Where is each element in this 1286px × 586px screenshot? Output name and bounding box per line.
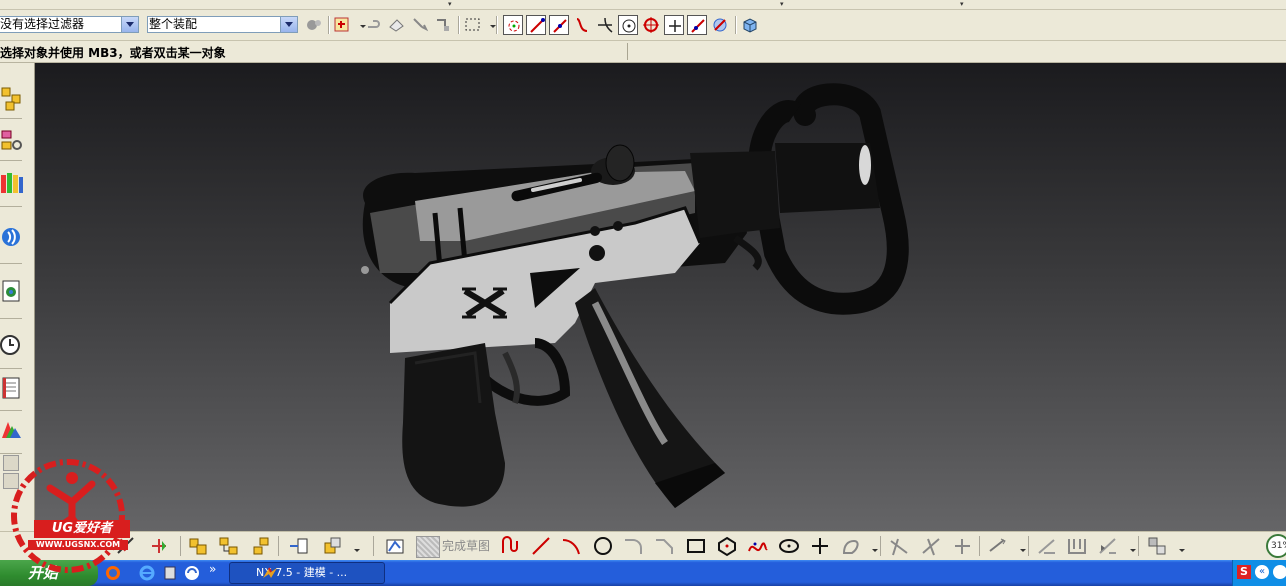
logo-text: UG爱好者 (34, 520, 130, 538)
general-selection-icon[interactable] (333, 15, 353, 35)
chevron-down-icon[interactable] (1122, 535, 1136, 557)
quicklaunch-more-icon[interactable]: » (209, 563, 221, 582)
browser-icon[interactable] (183, 564, 201, 582)
new-component-icon[interactable] (218, 535, 240, 557)
circle-icon[interactable] (592, 535, 614, 557)
solid-box-icon[interactable] (740, 15, 760, 35)
finish-sketch-icon (416, 536, 440, 558)
type-filter-dropdown[interactable]: 没有选择过滤器 (0, 16, 139, 33)
top-toolbar-strip: ▾ ▾ ▾ (0, 0, 1286, 10)
mate-component-icon[interactable] (250, 535, 272, 557)
toolbar-overflow-arrow[interactable]: ▾ (448, 0, 452, 8)
system-materials-icon[interactable] (0, 374, 24, 402)
status-bar: 选择对象并使用 MB3，或者双击某一对象 (0, 41, 1286, 63)
ie-icon[interactable] (138, 564, 156, 582)
point-on-face-icon[interactable] (710, 15, 730, 35)
history-palette-icon[interactable] (0, 277, 24, 305)
scope-filter-value: 整个装配 (149, 17, 198, 31)
polygon-icon[interactable] (716, 535, 738, 557)
quick-trim-icon[interactable] (888, 535, 910, 557)
ugsnx-watermark-logo: UG爱好者 WWW.UGSNX.COM (6, 458, 130, 576)
face-rule-icon[interactable] (433, 15, 453, 35)
make-corner-icon[interactable] (951, 535, 973, 557)
exploded-view-icon[interactable] (288, 535, 310, 557)
nx-app-icon (236, 566, 277, 580)
ellipse-icon[interactable] (778, 535, 800, 557)
chevron-down-icon[interactable] (483, 15, 496, 35)
sketch-icon[interactable] (384, 535, 406, 557)
system-tray: S « (1232, 560, 1286, 586)
point-icon[interactable] (809, 535, 831, 557)
eraser-icon[interactable] (387, 15, 407, 35)
chevron-down-icon[interactable] (121, 17, 138, 32)
sketch-settings-icon[interactable] (1146, 535, 1168, 557)
constraint-navigator-icon[interactable] (0, 127, 24, 155)
zoom-badge: 31% (1266, 534, 1286, 558)
chevron-down-icon[interactable] (864, 535, 878, 557)
geometric-constraint-icon[interactable] (1036, 535, 1058, 557)
wave-geometry-icon[interactable] (322, 535, 344, 557)
auto-constrain-icon[interactable] (1097, 535, 1119, 557)
part-navigator-icon[interactable] (0, 169, 24, 197)
chamfer-icon[interactable] (653, 535, 675, 557)
control-point-icon[interactable] (572, 15, 592, 35)
arc-icon[interactable] (560, 535, 582, 557)
smg-model-icon (361, 83, 909, 508)
point-on-curve-icon[interactable] (687, 15, 707, 35)
chevron-down-icon[interactable] (1012, 535, 1026, 557)
tray-expand-icon[interactable]: « (1255, 565, 1269, 579)
web-browser-icon[interactable] (0, 223, 24, 251)
taskbar-item-nx[interactable]: NX 7.5 - 建模 - ... (229, 562, 385, 584)
intersection-point-icon[interactable] (595, 15, 615, 35)
selection-settings-icon[interactable] (304, 15, 324, 35)
end-point-icon[interactable] (526, 15, 546, 35)
prompt-text: 选择对象并使用 MB3，或者双击某一对象 (0, 46, 226, 60)
status-divider (627, 43, 628, 60)
existing-point-icon[interactable] (664, 15, 684, 35)
tray-circle-icon[interactable] (1273, 565, 1286, 579)
feature-select-icon[interactable] (410, 15, 430, 35)
dimension-icon[interactable] (987, 535, 1009, 557)
arc-center-icon[interactable] (618, 15, 638, 35)
scope-filter-dropdown[interactable]: 整个装配 (147, 16, 298, 33)
finish-sketch-button[interactable]: 完成草图 (416, 534, 496, 558)
studio-spline-icon[interactable] (747, 535, 769, 557)
chevron-down-icon[interactable] (353, 15, 366, 35)
system-scenes-icon[interactable] (0, 416, 24, 444)
profile-icon[interactable] (499, 535, 521, 557)
sketch-toolbar: 完成草图 31% (0, 531, 1286, 560)
undo-selection-icon[interactable] (363, 15, 383, 35)
show-constraints-icon[interactable] (1066, 535, 1088, 557)
history-clock-icon[interactable] (0, 331, 24, 359)
mid-point-icon[interactable] (549, 15, 569, 35)
toolbar-overflow-arrow[interactable]: ▾ (960, 0, 964, 8)
line-icon[interactable] (530, 535, 552, 557)
tray-s-icon[interactable]: S (1237, 565, 1251, 579)
type-filter-value: 没有选择过滤器 (0, 17, 85, 31)
rectangle-icon[interactable] (685, 535, 707, 557)
fillet-icon[interactable] (622, 535, 644, 557)
logo-url: WWW.UGSNX.COM (28, 540, 128, 550)
snap-point-icon[interactable] (503, 15, 523, 35)
assembly-navigator-icon[interactable] (0, 85, 24, 113)
move-component-icon[interactable] (148, 535, 170, 557)
windows-taskbar: 开始 » NX 7.5 - 建模 - ... S « (0, 560, 1286, 586)
rectangle-selection-icon[interactable] (463, 15, 483, 35)
chevron-down-icon[interactable] (1171, 535, 1185, 557)
quadrant-point-icon[interactable] (641, 15, 661, 35)
chevron-down-icon[interactable] (346, 535, 360, 557)
media-icon[interactable] (161, 564, 179, 582)
quick-extend-icon[interactable] (920, 535, 942, 557)
toolbar-overflow-arrow[interactable]: ▾ (780, 0, 784, 8)
offset-curve-icon[interactable] (840, 535, 862, 557)
chevron-down-icon[interactable] (280, 17, 297, 32)
selection-toolbar: 没有选择过滤器 整个装配 (0, 10, 1286, 41)
graphics-viewport[interactable] (35, 63, 1286, 531)
add-component-icon[interactable] (187, 535, 209, 557)
